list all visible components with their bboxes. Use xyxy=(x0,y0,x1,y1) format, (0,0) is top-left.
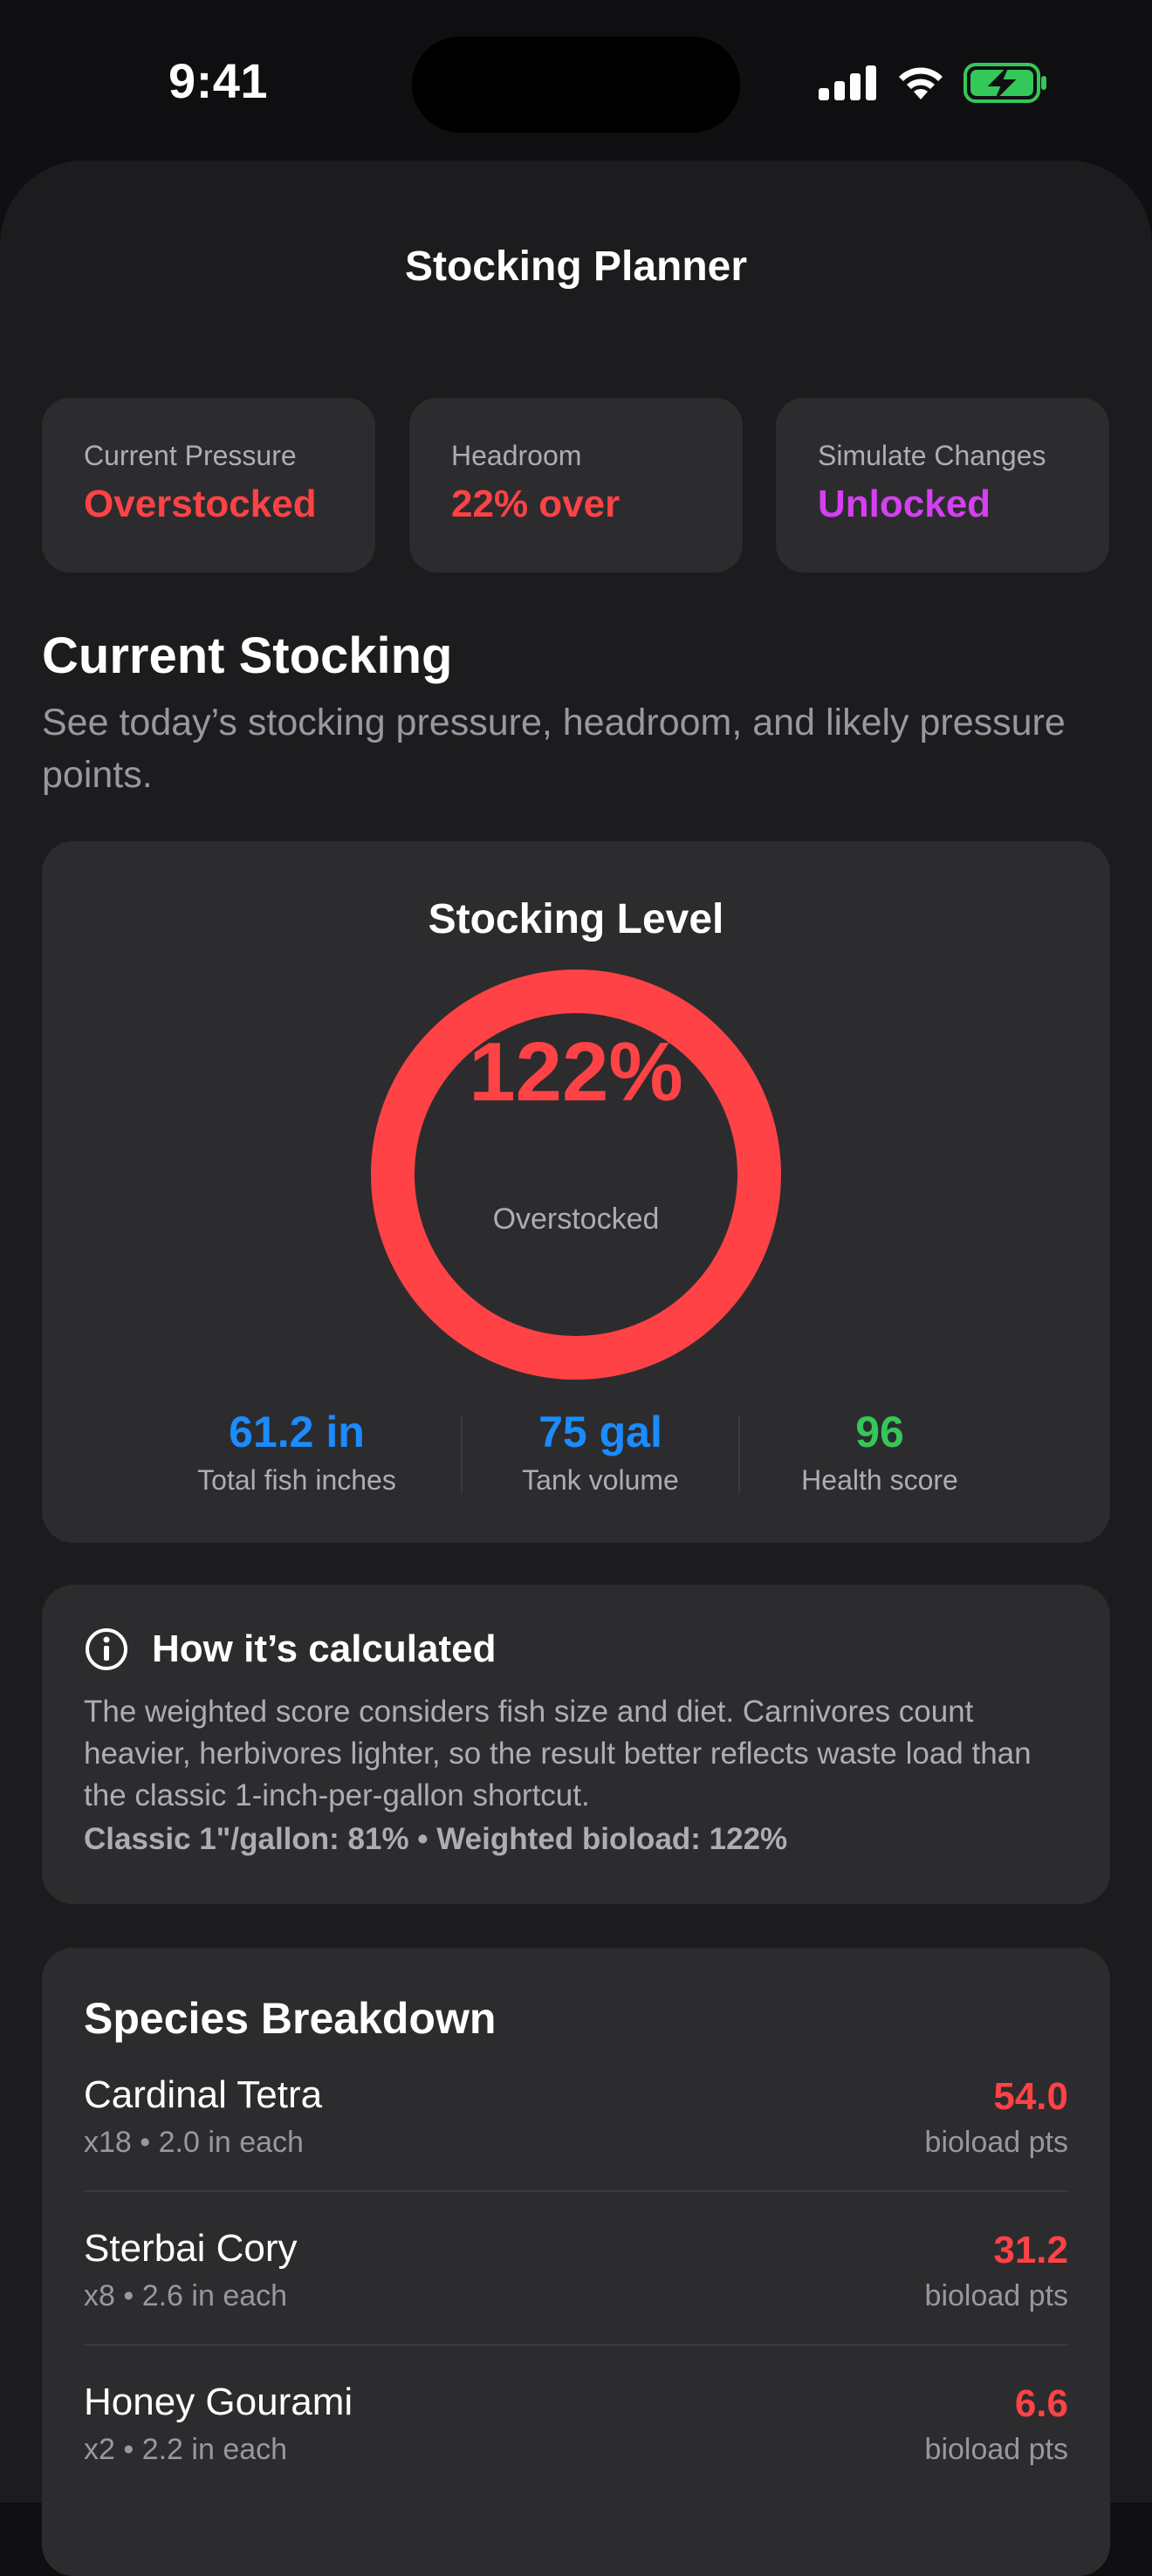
chip-value: 22% over xyxy=(451,483,621,525)
species-bioload-points: 31.2 xyxy=(993,2229,1068,2271)
species-breakdown-card: Species Breakdown Cardinal Tetra x18 • 2… xyxy=(42,1948,1110,2576)
chip-value: Unlocked xyxy=(818,483,991,525)
row-divider xyxy=(84,2344,1068,2346)
metric-value: 96 xyxy=(855,1408,904,1456)
breakdown-title: Species Breakdown xyxy=(84,1994,497,2043)
info-title: How it’s calculated xyxy=(152,1627,497,1670)
headroom-chip[interactable]: Headroom 22% over xyxy=(409,398,743,572)
page-title: Stocking Planner xyxy=(404,243,748,290)
metric-label: Tank volume xyxy=(522,1464,679,1496)
species-detail: x8 • 2.6 in each xyxy=(84,2279,288,2312)
chip-label: Simulate Changes xyxy=(818,440,1046,471)
current-pressure-chip[interactable]: Current Pressure Overstocked xyxy=(42,398,375,572)
species-name: Cardinal Tetra xyxy=(84,2073,323,2116)
section-title: Current Stocking xyxy=(42,627,453,684)
battery-charging-icon xyxy=(963,63,1046,103)
stocking-level-card: Stocking Level 122% Overstocked 61.2 in … xyxy=(42,841,1110,1543)
metric-value: 75 gal xyxy=(538,1408,662,1456)
row-divider xyxy=(84,2190,1068,2192)
species-bioload-points: 6.6 xyxy=(1014,2382,1068,2425)
metric-total-fish-inches: 61.2 in Total fish inches xyxy=(157,1407,436,1497)
simulate-changes-chip[interactable]: Simulate Changes Unlocked xyxy=(776,398,1109,572)
dynamic-island xyxy=(412,37,740,133)
species-row-honey-gourami[interactable]: Honey Gourami x2 • 2.2 in each 6.6 biolo… xyxy=(84,2381,1068,2534)
species-name: Honey Gourami xyxy=(84,2381,353,2423)
cellular-signal-icon xyxy=(819,65,876,100)
metric-value: 61.2 in xyxy=(229,1408,365,1456)
wifi-icon xyxy=(899,67,943,99)
gauge-title: Stocking Level xyxy=(428,896,724,942)
species-name: Sterbai Cory xyxy=(84,2227,298,2270)
info-footer: Classic 1"/gallon: 81% • Weighted bioloa… xyxy=(84,1822,788,1856)
gauge-status: Overstocked xyxy=(492,1202,660,1236)
species-bioload-unit: bioload pts xyxy=(924,2433,1068,2466)
metric-label: Health score xyxy=(801,1464,958,1496)
info-header: How it’s calculated xyxy=(84,1627,496,1672)
species-detail: x2 • 2.2 in each xyxy=(84,2433,288,2466)
chip-label: Current Pressure xyxy=(84,440,297,471)
gauge-percent: 122% xyxy=(469,1025,683,1119)
status-time: 9:41 xyxy=(168,53,269,108)
info-circle-icon xyxy=(86,1628,127,1670)
species-bioload-points: 54.0 xyxy=(993,2075,1068,2118)
chip-value: Overstocked xyxy=(84,483,317,525)
calculation-info-card: How it’s calculated The weighted score c… xyxy=(42,1585,1110,1904)
status-icons xyxy=(819,63,1047,103)
metric-health-score: 96 Health score xyxy=(740,1407,1019,1497)
species-detail: x18 • 2.0 in each xyxy=(84,2126,304,2159)
metric-tank-volume: 75 gal Tank volume xyxy=(461,1407,740,1497)
chip-label: Headroom xyxy=(451,440,582,471)
section-subtitle: See today’s stocking pressure, headroom,… xyxy=(42,702,1066,796)
info-body: The weighted score considers fish size a… xyxy=(84,1695,1032,1812)
species-row-cardinal-tetra[interactable]: Cardinal Tetra x18 • 2.0 in each 54.0 bi… xyxy=(84,2073,1068,2227)
metric-label: Total fish inches xyxy=(197,1464,396,1496)
species-row-sterbai-cory[interactable]: Sterbai Cory x8 • 2.6 in each 31.2 biolo… xyxy=(84,2227,1068,2381)
species-bioload-unit: bioload pts xyxy=(924,2279,1068,2312)
status-bar: 9:41 xyxy=(0,0,1152,161)
species-bioload-unit: bioload pts xyxy=(924,2126,1068,2159)
